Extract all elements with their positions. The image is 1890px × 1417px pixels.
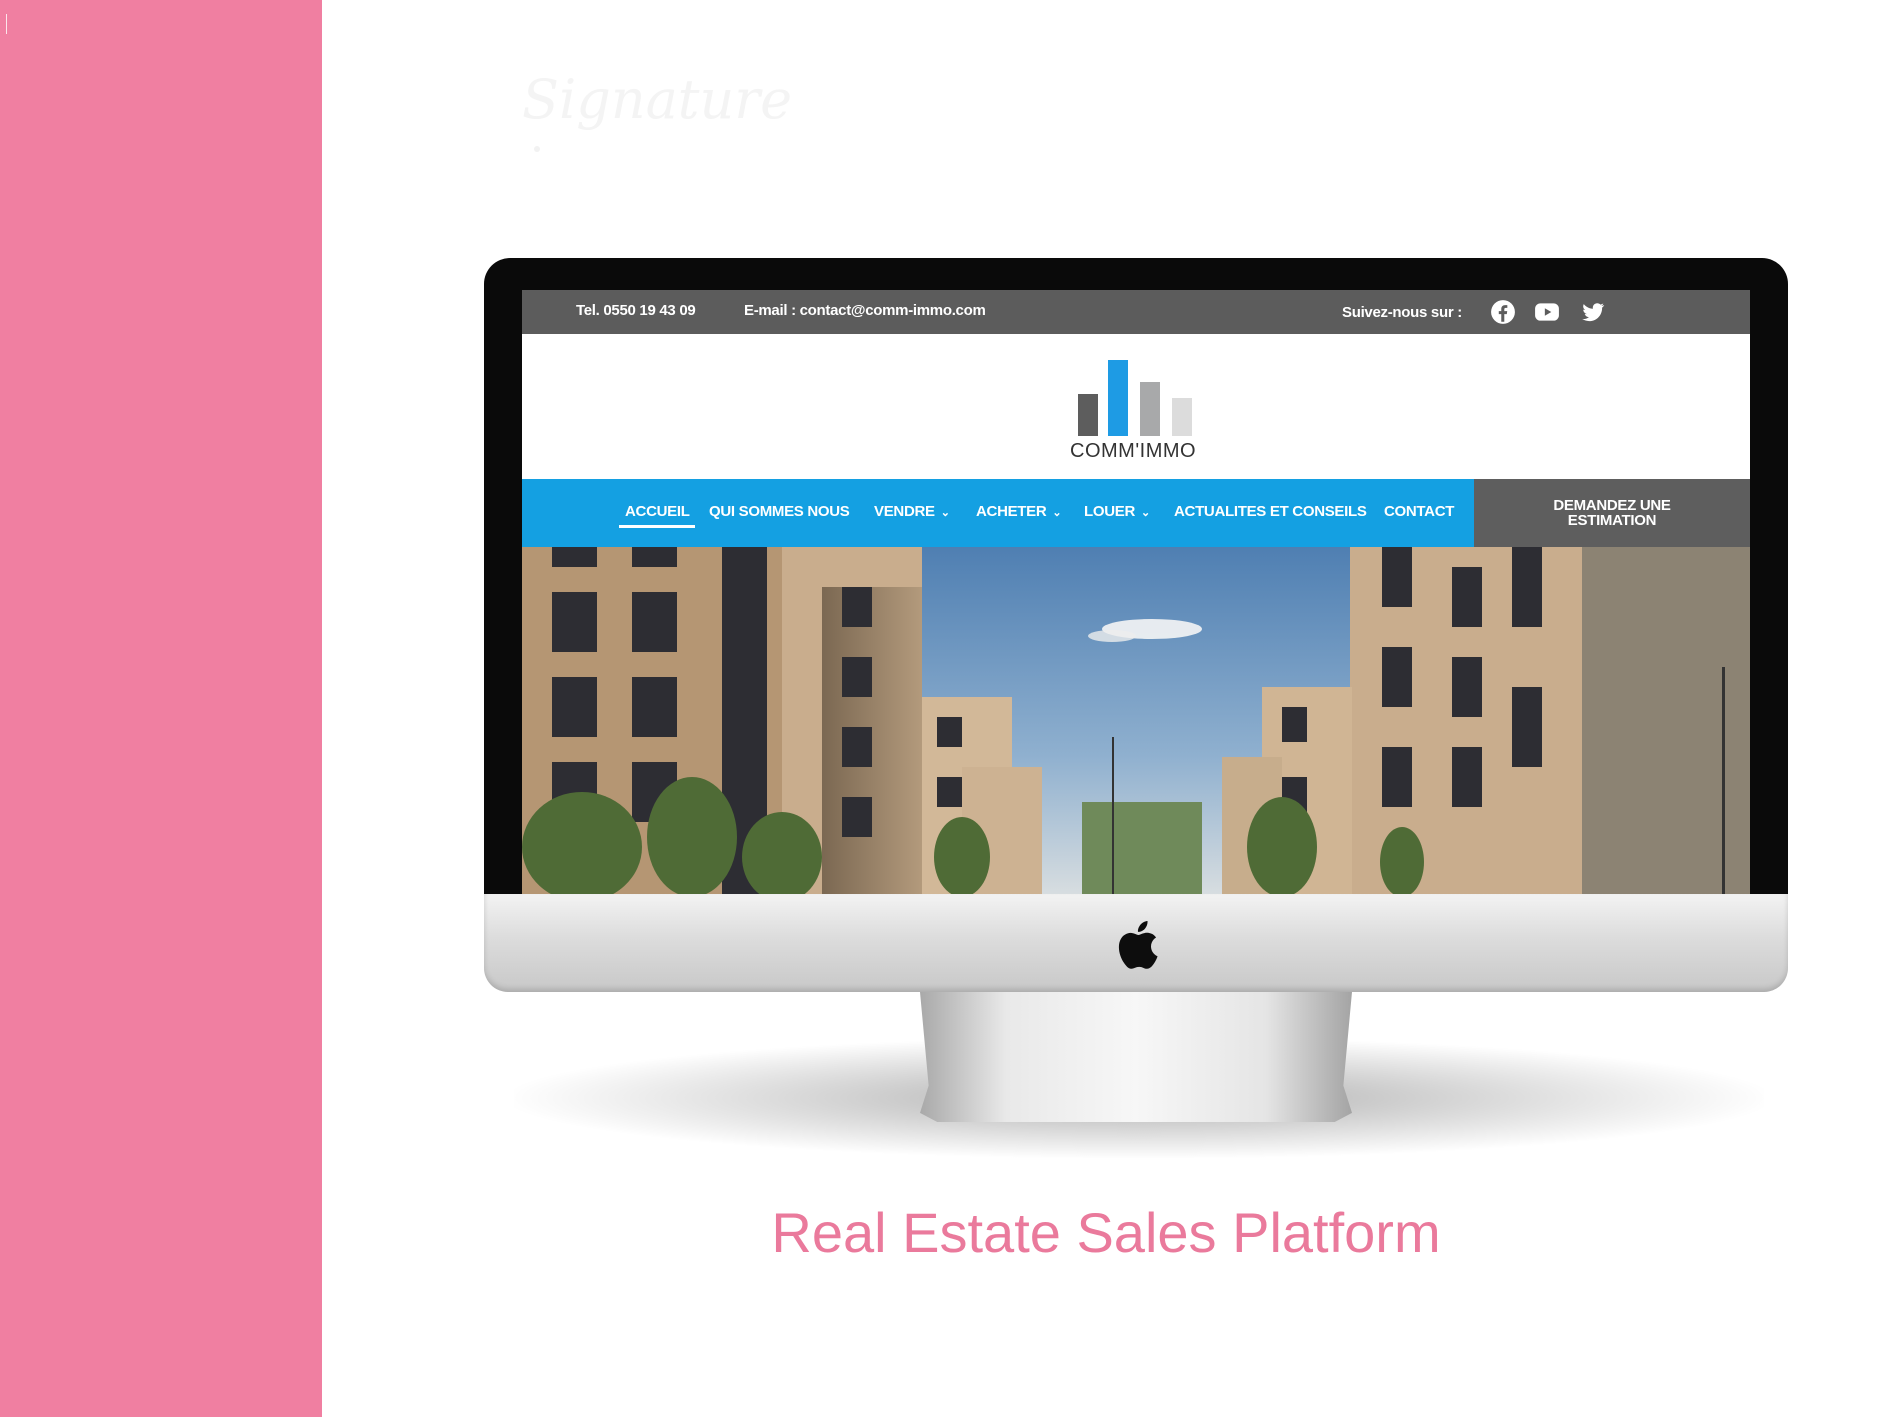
monitor-bezel: Tel. 0550 19 43 09 E-mail : contact@comm… <box>484 258 1788 894</box>
logo-bars-graphic[interactable] <box>1078 356 1198 436</box>
hero-image-buildings <box>522 547 1750 894</box>
faint-dot <box>534 146 540 152</box>
nav-item-acheter[interactable]: ACHETER ⌄ <box>976 503 1062 520</box>
nav-item-accueil[interactable]: ACCUEIL <box>625 503 690 520</box>
chevron-down-icon: ⌄ <box>1052 507 1062 519</box>
logo-text[interactable]: COMM'IMMO <box>1070 440 1196 463</box>
follow-label: Suivez-nous sur : <box>1342 304 1462 321</box>
estimation-cta-button[interactable]: DEMANDEZ UNE ESTIMATION <box>1474 479 1750 547</box>
nav-item-actualites[interactable]: ACTUALITES ET CONSEILS <box>1174 503 1367 520</box>
nav-item-louer[interactable]: LOUER ⌄ <box>1084 503 1150 520</box>
chevron-down-icon: ⌄ <box>1141 507 1150 519</box>
cta-line-1: DEMANDEZ UNE <box>1553 497 1671 514</box>
faint-signature-watermark: Signature <box>522 68 793 131</box>
cta-line-2: ESTIMATION <box>1567 512 1657 529</box>
sidebar-mark <box>6 14 7 34</box>
active-underline <box>619 525 695 528</box>
project-caption: Real Estate Sales Platform <box>771 1201 1441 1264</box>
main-nav: ACCUEIL QUI SOMMES NOUS VENDRE ⌄ ACHETER ⌄… <box>522 479 1750 547</box>
chevron-down-icon: ⌄ <box>940 507 950 519</box>
imac-mockup: Tel. 0550 19 43 09 E-mail : contact@comm… <box>484 258 1788 1158</box>
phone-number[interactable]: Tel. 0550 19 43 09 <box>576 302 696 319</box>
facebook-icon[interactable] <box>1490 299 1516 325</box>
hero-photo <box>522 547 1750 894</box>
monitor-chin <box>484 894 1788 992</box>
website-screen: Tel. 0550 19 43 09 E-mail : contact@comm… <box>522 290 1750 894</box>
twitter-icon[interactable] <box>1580 299 1606 325</box>
monitor-stand <box>920 992 1352 1122</box>
contact-topbar: Tel. 0550 19 43 09 E-mail : contact@comm… <box>522 290 1750 334</box>
apple-logo-icon <box>1118 921 1158 969</box>
youtube-icon[interactable] <box>1534 299 1560 325</box>
nav-item-vendre[interactable]: VENDRE ⌄ <box>874 503 950 520</box>
site-header: COMM'IMMO <box>522 334 1750 479</box>
nav-item-contact[interactable]: CONTACT <box>1384 503 1454 520</box>
email-address[interactable]: E-mail : contact@comm-immo.com <box>744 302 986 319</box>
nav-item-qui-sommes-nous[interactable]: QUI SOMMES NOUS <box>709 503 850 520</box>
